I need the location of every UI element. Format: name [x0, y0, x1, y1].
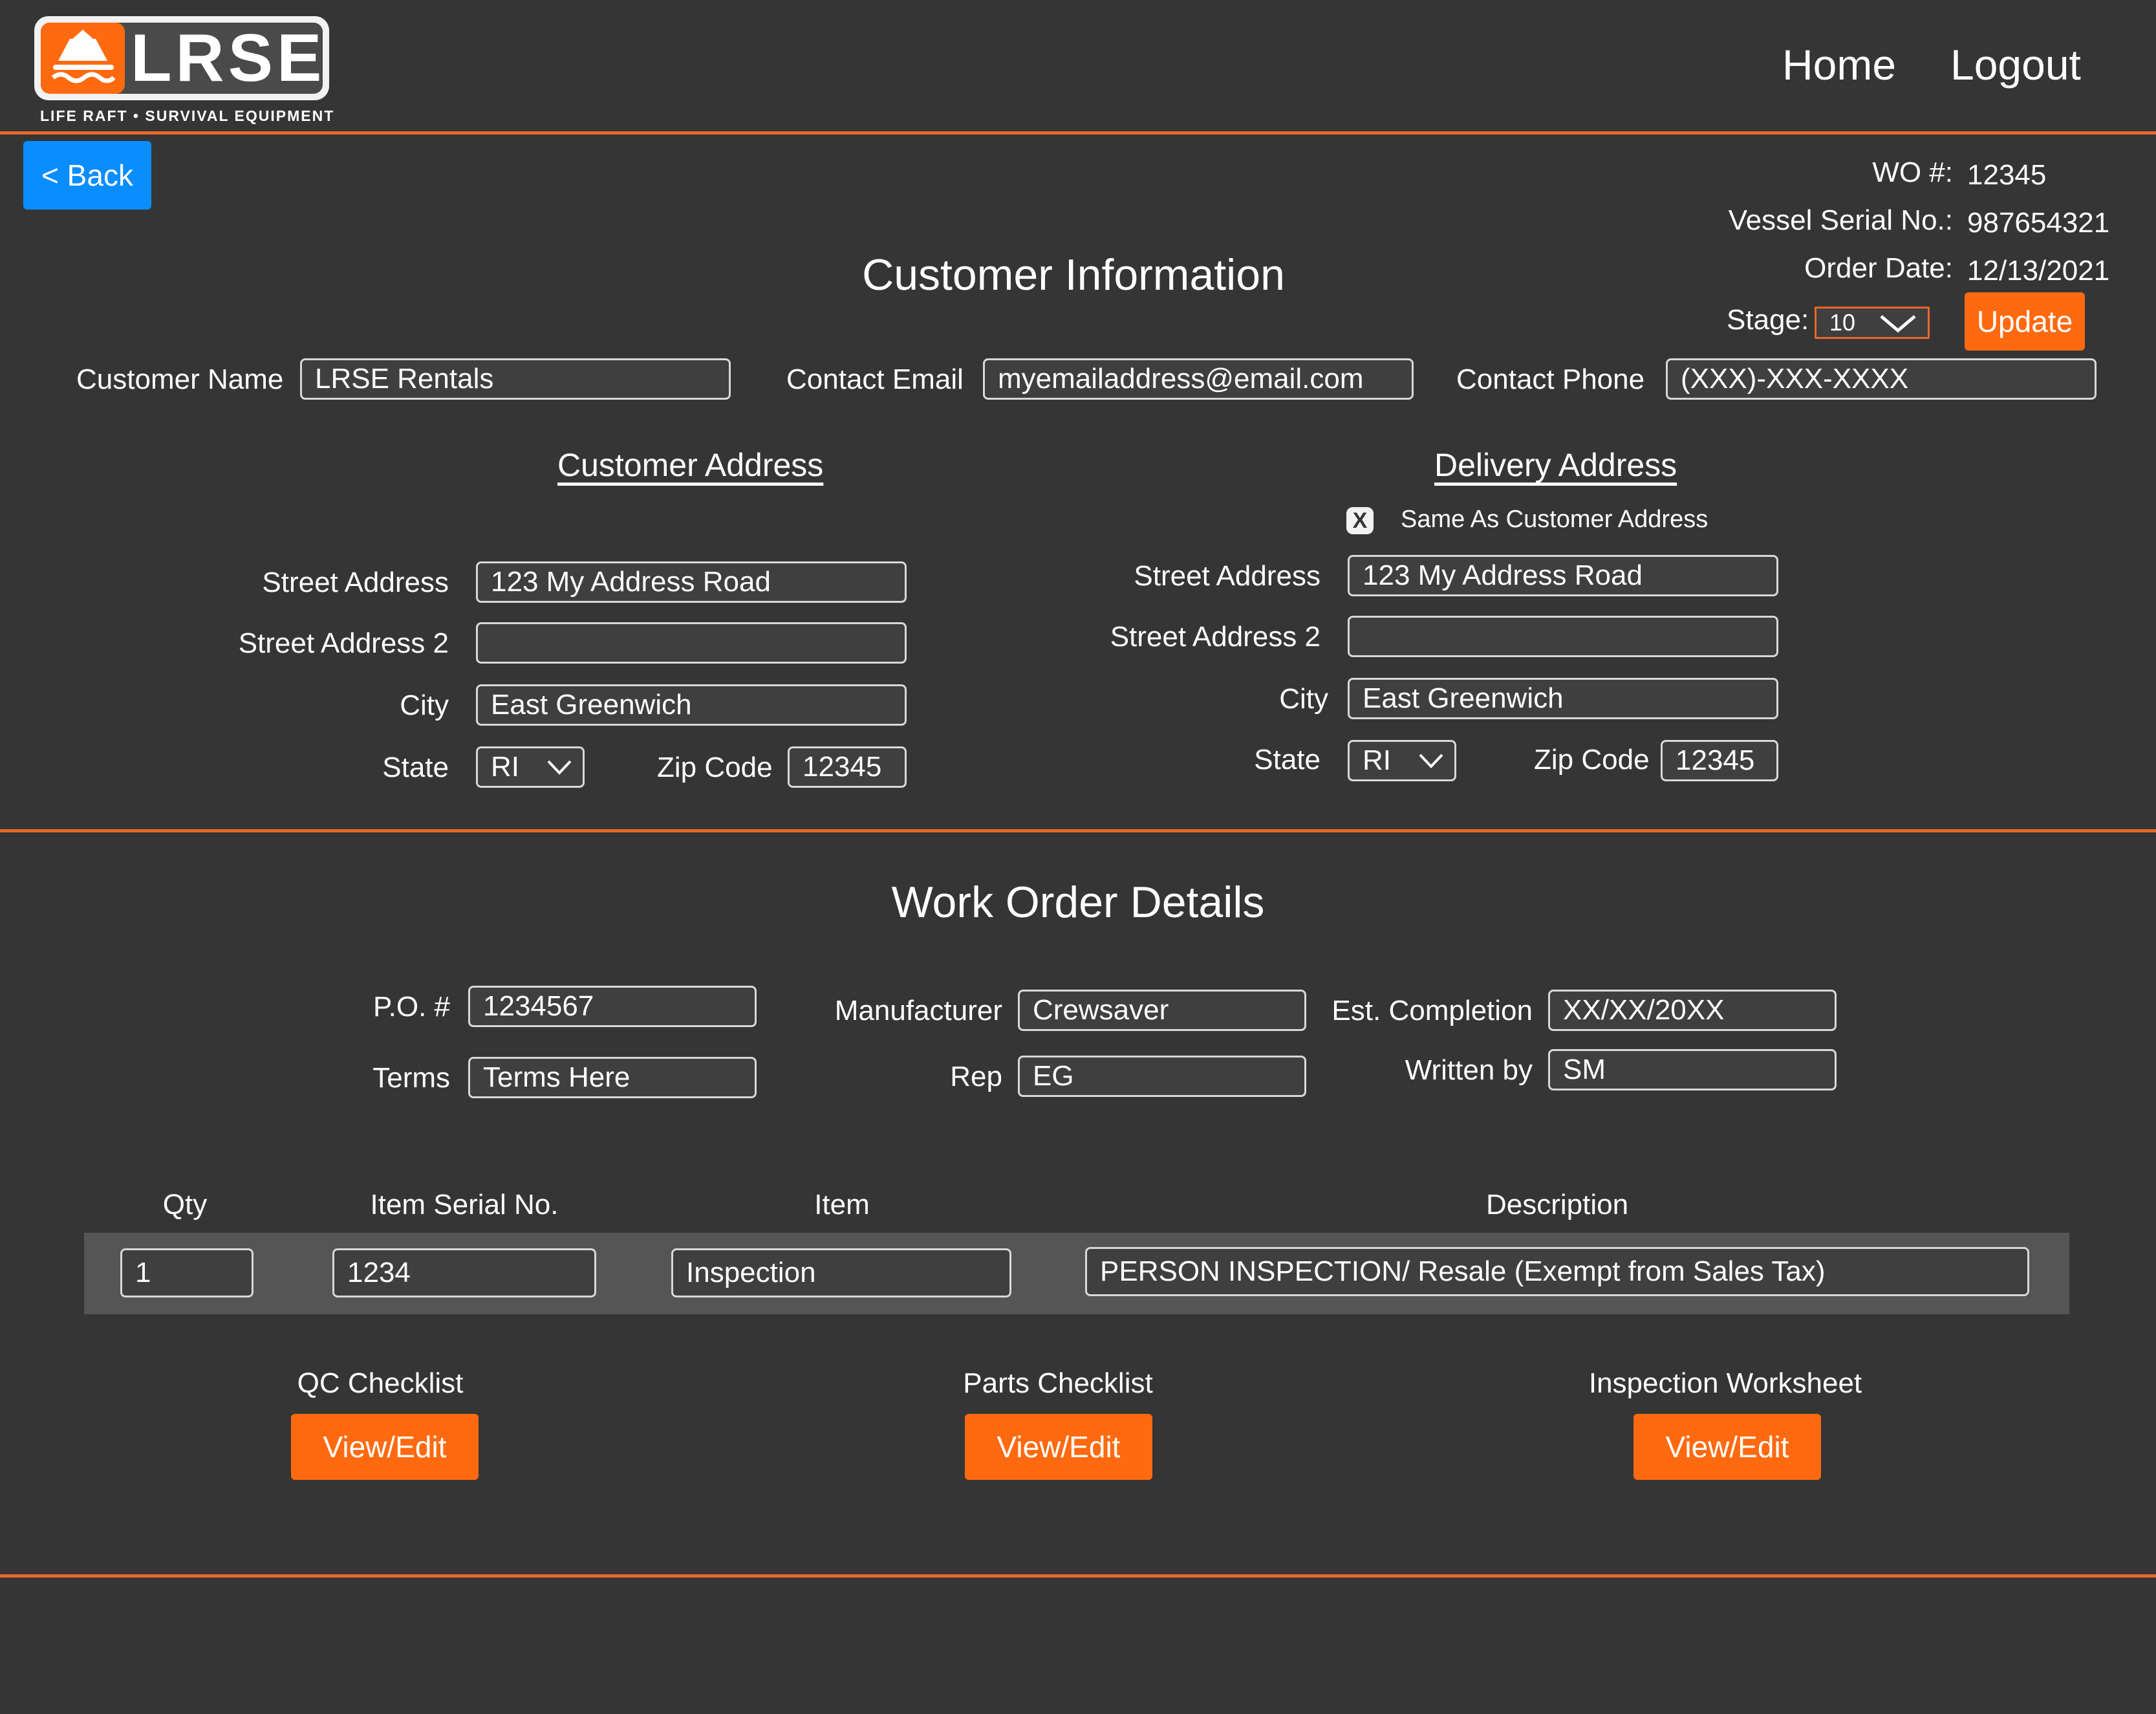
del-city-label: City [1279, 683, 1328, 715]
chevron-down-icon [1419, 754, 1443, 768]
written-by-field[interactable]: SM [1548, 1049, 1837, 1090]
del-state-select[interactable]: RI [1348, 740, 1456, 781]
col-header-qty: Qty [162, 1189, 208, 1220]
contact-phone-field[interactable]: (XXX)-XXX-XXXX [1666, 358, 2097, 400]
stage-label: Stage: [1727, 304, 1809, 336]
del-state-label: State [1254, 744, 1321, 776]
po-field[interactable]: 1234567 [468, 986, 757, 1027]
contact-phone-label: Contact Phone [1456, 363, 1645, 395]
rep-label: Rep [950, 1061, 1002, 1092]
del-street2-label: Street Address 2 [1110, 621, 1321, 653]
cust-street-field[interactable]: 123 My Address Road [476, 561, 907, 603]
same-address-label: Same As Customer Address [1401, 506, 1709, 533]
chevron-down-icon [547, 760, 572, 775]
cust-state-label: State [382, 752, 449, 783]
contact-email-label: Contact Email [786, 363, 964, 395]
contact-email-field[interactable]: myemailaddress@email.com [983, 358, 1414, 400]
row-description-field[interactable]: PERSON INSPECTION/ Resale (Exempt from S… [1085, 1247, 2029, 1296]
nav-logout-link[interactable]: Logout [1950, 40, 2081, 89]
row-item-field[interactable]: Inspection [671, 1248, 1011, 1297]
stage-select-value: 10 [1829, 309, 1856, 336]
row-serial-field[interactable]: 1234 [332, 1248, 596, 1297]
back-button[interactable]: < Back [23, 141, 151, 210]
delivery-address-title: Delivery Address [1434, 447, 1677, 483]
col-header-item: Item [814, 1189, 870, 1220]
cust-street-label: Street Address [262, 567, 449, 598]
cust-state-value: RI [491, 751, 519, 783]
customer-name-label: Customer Name [76, 363, 284, 395]
stage-select[interactable]: 10 [1815, 307, 1930, 339]
del-zip-field[interactable]: 12345 [1661, 740, 1778, 781]
terms-field[interactable]: Terms Here [468, 1057, 757, 1098]
qc-checklist-view-edit-button[interactable]: View/Edit [291, 1414, 479, 1480]
logo-tagline: LIFE RAFT • SURVIVAL EQUIPMENT [40, 107, 335, 124]
work-order-title: Work Order Details [891, 878, 1265, 927]
est-completion-label: Est. Completion [1331, 995, 1533, 1026]
row-qty-field[interactable]: 1 [120, 1248, 253, 1297]
parts-checklist-label: Parts Checklist [963, 1367, 1153, 1399]
del-street-field[interactable]: 123 My Address Road [1348, 555, 1778, 596]
vessel-serial-value: 987654321 [1967, 207, 2110, 239]
terms-label: Terms [372, 1062, 450, 1094]
nav-home-link[interactable]: Home [1782, 40, 1896, 89]
customer-info-title: Customer Information [862, 250, 1285, 299]
cust-city-label: City [400, 689, 449, 721]
rep-field[interactable]: EG [1018, 1056, 1306, 1097]
update-button[interactable]: Update [1965, 292, 2085, 351]
del-state-value: RI [1363, 744, 1391, 776]
cust-zip-field[interactable]: 12345 [788, 746, 907, 788]
header-divider [0, 131, 2156, 135]
inspection-worksheet-label: Inspection Worksheet [1588, 1367, 1862, 1399]
del-street2-field[interactable] [1348, 616, 1778, 657]
chevron-down-icon [1880, 315, 1916, 333]
manufacturer-field[interactable]: Crewsaver [1018, 990, 1306, 1031]
section-divider [0, 829, 2156, 832]
del-city-field[interactable]: East Greenwich [1348, 678, 1778, 719]
qc-checklist-label: QC Checklist [297, 1367, 464, 1399]
cust-state-select[interactable]: RI [476, 746, 585, 788]
checkbox-check-mark: X [1352, 508, 1368, 533]
customer-name-field[interactable]: LRSE Rentals [300, 358, 731, 400]
parts-checklist-view-edit-button[interactable]: View/Edit [965, 1414, 1152, 1480]
wo-value: 12345 [1967, 159, 2047, 191]
est-completion-field[interactable]: XX/XX/20XX [1548, 990, 1837, 1031]
inspection-worksheet-view-edit-button[interactable]: View/Edit [1633, 1414, 1821, 1480]
wo-label: WO #: [1872, 157, 1953, 188]
del-street-label: Street Address [1134, 560, 1321, 592]
cust-city-field[interactable]: East Greenwich [476, 684, 907, 726]
cust-street2-field[interactable] [476, 622, 907, 664]
po-label: P.O. # [372, 991, 450, 1023]
col-header-description: Description [1485, 1189, 1629, 1220]
cust-zip-label: Zip Code [657, 752, 773, 783]
manufacturer-label: Manufacturer [834, 995, 1002, 1026]
written-by-label: Written by [1405, 1054, 1533, 1086]
footer-divider [0, 1574, 2156, 1578]
customer-address-title: Customer Address [557, 447, 824, 483]
cust-street2-label: Street Address 2 [238, 627, 449, 659]
logo-text: LRSE [131, 21, 326, 96]
col-header-item-serial: Item Serial No. [370, 1189, 559, 1220]
del-zip-label: Zip Code [1534, 744, 1650, 776]
vessel-serial-label: Vessel Serial No.: [1728, 204, 1953, 236]
same-address-checkbox[interactable]: X [1346, 507, 1374, 534]
